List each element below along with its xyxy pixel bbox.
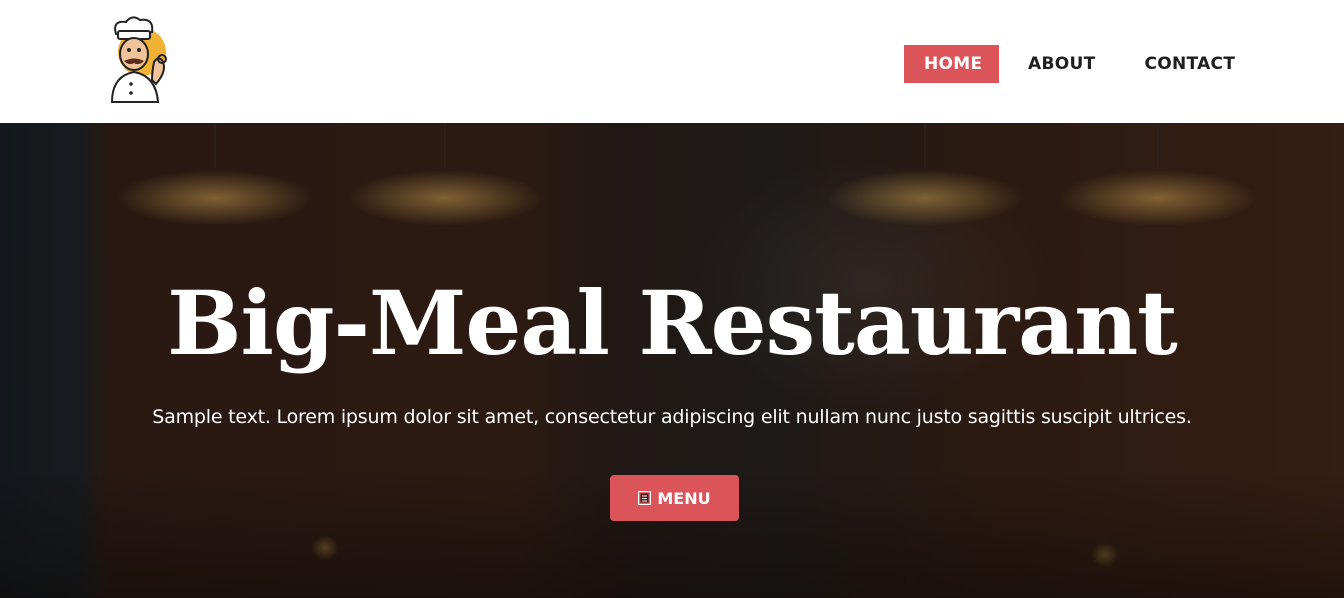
menu-button[interactable]: MENU [610,475,739,521]
hero-title: Big-Meal Restaurant [167,271,1178,375]
nav-contact[interactable]: CONTACT [1124,45,1255,83]
hero-description: Sample text. Lorem ipsum dolor sit amet,… [152,406,1192,428]
chef-mascot-icon [110,16,167,103]
site-header: HOME ABOUT CONTACT [0,0,1344,123]
chef-mascot-logo[interactable] [82,14,190,110]
menu-button-label: MENU [657,488,711,508]
nav-home[interactable]: HOME [904,45,999,83]
main-nav: HOME ABOUT CONTACT [904,45,1255,83]
hero-section: Big-Meal Restaurant Sample text. Lorem i… [0,123,1344,598]
nav-about[interactable]: ABOUT [1008,45,1115,83]
menu-book-icon [638,491,652,505]
